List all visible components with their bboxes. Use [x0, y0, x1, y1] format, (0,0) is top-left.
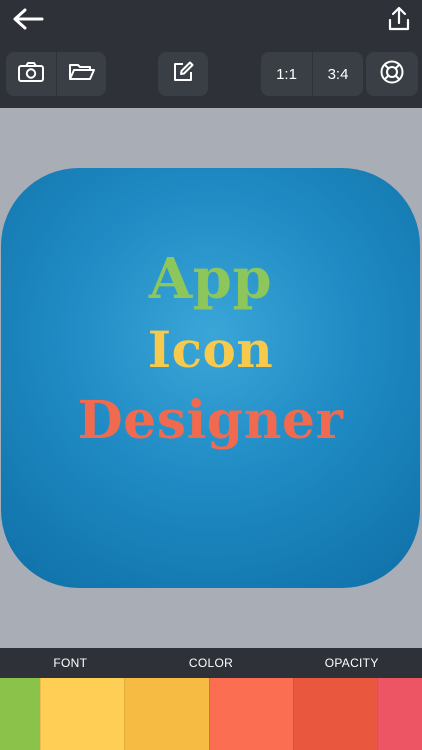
property-tabs: FONT COLOR OPACITY: [0, 648, 422, 678]
camera-button[interactable]: [6, 52, 56, 96]
help-group: [366, 52, 418, 96]
icon-text-line-3[interactable]: Designer: [1, 390, 420, 451]
icon-text-block: App Icon Designer: [1, 168, 420, 588]
tab-color[interactable]: COLOR: [141, 648, 282, 678]
toolbar: 1:1 3:4: [0, 42, 422, 108]
share-button[interactable]: [382, 4, 416, 38]
icon-text-line-2[interactable]: Icon: [1, 320, 420, 379]
swatch-amber[interactable]: [124, 678, 209, 750]
edit-pencil-icon: [171, 60, 195, 88]
color-swatch-row: [0, 678, 422, 750]
top-bar: [0, 0, 422, 42]
lifebuoy-icon: [379, 59, 405, 89]
folder-open-icon: [68, 61, 96, 87]
ratio-3-4-button[interactable]: 3:4: [312, 52, 363, 96]
design-canvas: App Icon Designer: [0, 108, 422, 648]
swatch-yellow[interactable]: [40, 678, 124, 750]
swatch-pink-red[interactable]: [377, 678, 422, 750]
swatch-red-orange[interactable]: [293, 678, 377, 750]
help-button[interactable]: [366, 52, 418, 96]
tab-font[interactable]: FONT: [0, 648, 141, 678]
back-button[interactable]: [8, 6, 48, 36]
app-icon-preview[interactable]: App Icon Designer: [1, 168, 420, 588]
swatch-coral[interactable]: [209, 678, 293, 750]
swatch-green[interactable]: [0, 678, 40, 750]
edit-button[interactable]: [158, 52, 208, 96]
icon-text-line-1[interactable]: App: [1, 246, 420, 312]
open-folder-button[interactable]: [56, 52, 106, 96]
aspect-ratio-group: 1:1 3:4: [261, 52, 363, 96]
edit-group: [158, 52, 208, 96]
back-arrow-icon: [12, 8, 44, 35]
tab-opacity[interactable]: OPACITY: [281, 648, 422, 678]
share-upload-icon: [387, 6, 411, 37]
camera-icon: [17, 61, 45, 87]
image-source-group: [6, 52, 106, 96]
ratio-1-1-button[interactable]: 1:1: [261, 52, 312, 96]
